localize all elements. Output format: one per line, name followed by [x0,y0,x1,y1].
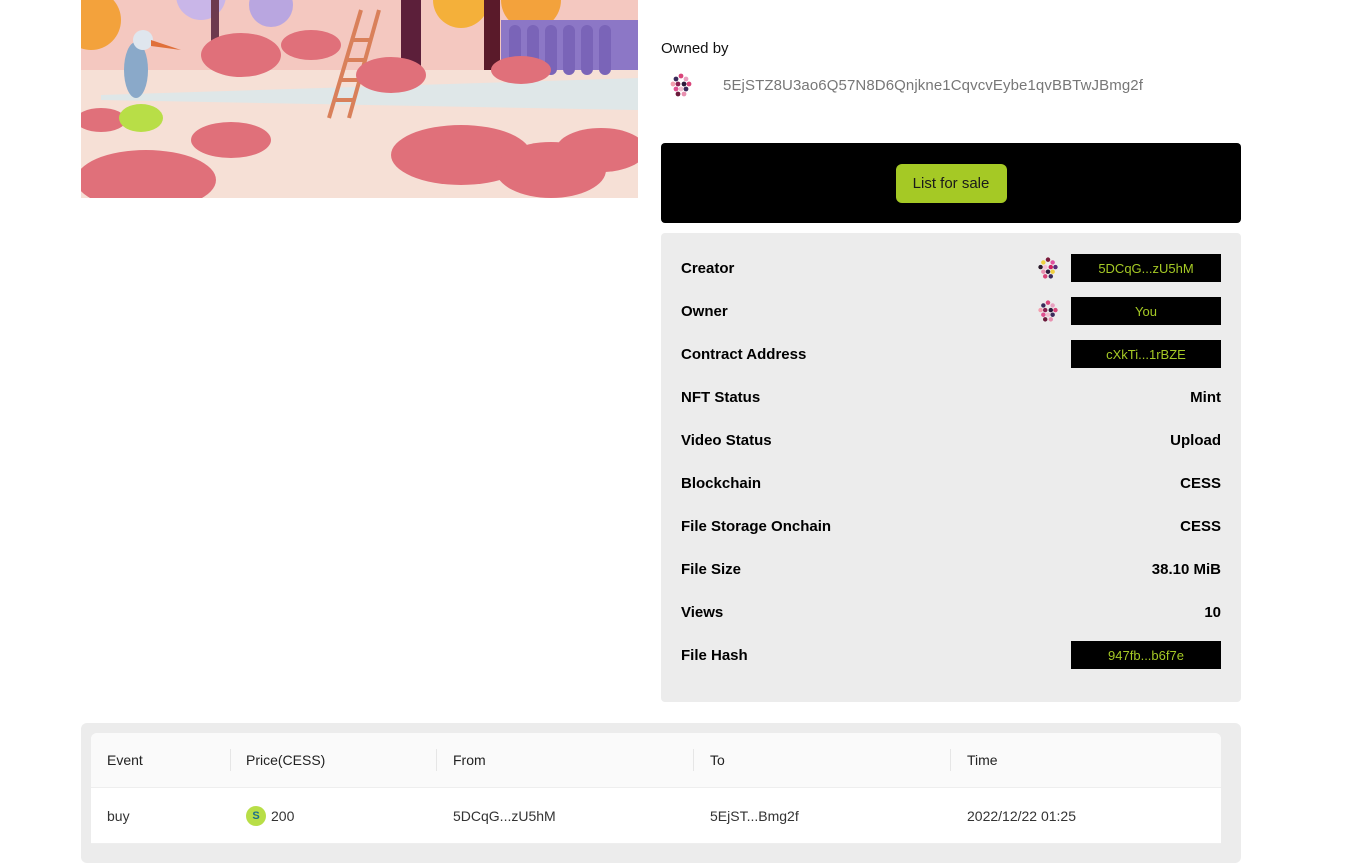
file-storage-label: File Storage Onchain [681,517,832,535]
video-status-label: Video Status [681,431,772,449]
owner-small-avatar-icon[interactable] [1035,298,1061,324]
file-storage-value: CESS [1180,517,1221,535]
file-hash-label: File Hash [681,646,748,664]
detail-row-file-hash: File Hash 947fb...b6f7e [681,640,1221,670]
row-event: buy [107,807,130,824]
nft-status-label: NFT Status [681,388,761,406]
contract-address-label: Contract Address [681,345,807,363]
video-status-value: Upload [1170,431,1221,449]
views-value: 10 [1204,603,1221,621]
nft-artwork-image[interactable] [81,0,638,198]
row-from[interactable]: 5DCqG...zU5hM [453,788,556,843]
creator-address-chip[interactable]: 5DCqG...zU5hM [1071,254,1221,282]
header-time: Time [967,752,998,768]
owner-address[interactable]: 5EjSTZ8U3ao6Q57N8D6Qnjkne1CqvcvEybe1qvBB… [723,77,1143,94]
views-label: Views [681,603,724,621]
trade-history-panel: Event Price(CESS) From To Time buy S 200… [81,723,1241,863]
detail-row-views: Views 10 [681,597,1221,627]
header-from: From [453,752,486,768]
header-divider [693,749,694,771]
detail-row-video-status: Video Status Upload [681,425,1221,455]
owned-by-label: Owned by [661,40,729,57]
row-time: 2022/12/22 01:25 [967,807,1076,824]
header-to: To [710,752,725,768]
detail-row-owner: Owner You [681,296,1221,326]
list-for-sale-button[interactable]: List for sale [895,163,1007,203]
file-size-value: 38.10 MiB [1151,560,1221,578]
sale-action-bar: List for sale [661,143,1241,223]
detail-row-nft-status: NFT Status Mint [681,382,1221,412]
detail-row-contract: Contract Address cXkTi...1rBZE [681,339,1221,369]
header-divider [436,749,437,771]
trade-history-table: Event Price(CESS) From To Time buy S 200… [91,733,1221,844]
cess-coin-icon: S [246,805,266,826]
owner-label: Owner [681,302,728,320]
table-row: buy S 200 5DCqG...zU5hM 5EjST...Bmg2f 20… [91,788,1221,844]
owner-value-chip[interactable]: You [1071,297,1221,325]
detail-row-creator: Creator 5DCqG...zU5hM [681,253,1221,283]
creator-label: Creator [681,259,735,277]
row-to[interactable]: 5EjST...Bmg2f [710,788,799,843]
detail-row-file-storage: File Storage Onchain CESS [681,511,1221,541]
nft-details-panel: Creator 5DCqG...zU5hM Owner You Contract… [661,233,1241,702]
detail-row-file-size: File Size 38.10 MiB [681,554,1221,584]
nft-status-value: Mint [1190,388,1221,406]
blockchain-value: CESS [1180,474,1221,492]
contract-address-chip[interactable]: cXkTi...1rBZE [1071,340,1221,368]
detail-row-blockchain: Blockchain CESS [681,468,1221,498]
owner-avatar-icon[interactable] [667,71,695,99]
row-price-cell: S 200 [246,788,294,843]
blockchain-label: Blockchain [681,474,762,492]
owned-by-row: 5EjSTZ8U3ao6Q57N8D6Qnjkne1CqvcvEybe1qvBB… [661,70,1143,100]
file-size-label: File Size [681,560,742,578]
header-price: Price(CESS) [246,752,326,768]
file-hash-chip[interactable]: 947fb...b6f7e [1071,641,1221,669]
table-header: Event Price(CESS) From To Time [91,733,1221,788]
header-event: Event [107,752,143,768]
row-price: 200 [271,807,295,824]
creator-avatar-icon[interactable] [1035,255,1061,281]
header-divider [230,749,231,771]
header-divider [950,749,951,771]
